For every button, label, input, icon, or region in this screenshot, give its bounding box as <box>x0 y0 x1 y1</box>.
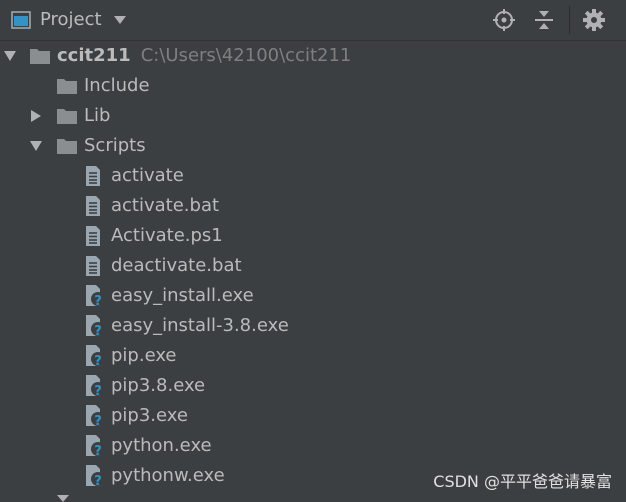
tree-root-row[interactable]: ccit211 C:\Users\42100\ccit211 <box>0 41 626 71</box>
unknown-file-icon: ? <box>86 465 105 488</box>
collapsed-arrow-icon[interactable] <box>29 110 43 122</box>
unknown-file-icon: ? <box>86 375 105 398</box>
tree-item-include[interactable]: Include <box>0 71 626 101</box>
locate-icon[interactable] <box>492 8 516 32</box>
root-folder-path: C:\Users\42100\ccit211 <box>140 45 352 66</box>
unknown-file-icon: ? <box>86 405 105 428</box>
tree-file-row[interactable]: activate <box>0 161 626 191</box>
header-separator <box>569 6 570 34</box>
folder-icon <box>57 139 77 154</box>
file-label: easy_install.exe <box>111 285 254 306</box>
project-view-icon <box>11 11 31 29</box>
tree-file-row[interactable]: ? easy_install.exe <box>0 281 626 311</box>
project-title[interactable]: Project <box>40 8 102 32</box>
text-file-icon <box>86 226 100 246</box>
project-tree: ccit211 C:\Users\42100\ccit211 Include Li… <box>0 40 626 502</box>
file-label: pip3.exe <box>111 405 188 426</box>
folder-icon <box>30 49 50 64</box>
tree-file-row[interactable]: ? pip3.exe <box>0 401 626 431</box>
svg-text:?: ? <box>94 294 102 308</box>
tree-file-row[interactable]: ? python.exe <box>0 431 626 461</box>
tree-item-lib[interactable]: Lib <box>0 101 626 131</box>
project-tool-window: Project ccit211 C:\Users\42100\ccit211 I… <box>0 0 626 502</box>
file-label: python.exe <box>111 435 212 456</box>
file-label: pip.exe <box>111 345 177 366</box>
root-folder-name: ccit211 <box>57 45 131 66</box>
tree-item-label: Include <box>84 75 150 96</box>
tree-file-row[interactable]: Activate.ps1 <box>0 221 626 251</box>
expand-arrow-icon[interactable] <box>29 140 43 152</box>
collapse-icon[interactable] <box>532 8 556 32</box>
svg-text:?: ? <box>94 444 102 458</box>
unknown-file-icon: ? <box>86 345 105 368</box>
unknown-file-icon: ? <box>86 315 105 338</box>
expand-arrow-icon[interactable] <box>3 50 17 62</box>
svg-text:?: ? <box>94 354 102 368</box>
project-header: Project <box>0 0 626 41</box>
expand-arrow-icon[interactable] <box>56 494 70 502</box>
dropdown-icon[interactable] <box>113 15 127 25</box>
tree-file-row[interactable]: deactivate.bat <box>0 251 626 281</box>
tree-file-row[interactable]: ? easy_install-3.8.exe <box>0 311 626 341</box>
tree-item-label: Lib <box>84 105 111 126</box>
svg-text:?: ? <box>94 384 102 398</box>
watermark-text: CSDN @平平爸爸请暴富 <box>433 472 612 491</box>
text-file-icon <box>86 166 100 186</box>
svg-text:?: ? <box>94 324 102 338</box>
tree-file-row[interactable]: ? pip3.8.exe <box>0 371 626 401</box>
file-label: Activate.ps1 <box>111 225 223 246</box>
folder-icon <box>57 109 77 124</box>
unknown-file-icon: ? <box>86 285 105 308</box>
file-label: pip3.8.exe <box>111 375 206 396</box>
text-file-icon <box>86 196 100 216</box>
file-label: deactivate.bat <box>111 255 242 276</box>
tree-root-label: ccit211 C:\Users\42100\ccit211 <box>57 41 351 71</box>
tree-file-row[interactable]: ? pip.exe <box>0 341 626 371</box>
tree-file-row[interactable]: activate.bat <box>0 191 626 221</box>
svg-text:?: ? <box>94 414 102 428</box>
unknown-file-icon: ? <box>86 435 105 458</box>
tree-item-scripts[interactable]: Scripts <box>0 131 626 161</box>
tree-item-label: Scripts <box>84 135 146 156</box>
text-file-icon <box>86 256 100 276</box>
file-label: pythonw.exe <box>111 465 225 486</box>
folder-icon <box>57 79 77 94</box>
file-label: easy_install-3.8.exe <box>111 315 289 336</box>
file-label: activate.bat <box>111 195 220 216</box>
svg-text:?: ? <box>94 474 102 488</box>
file-label: activate <box>111 165 184 186</box>
gear-icon[interactable] <box>582 8 606 32</box>
